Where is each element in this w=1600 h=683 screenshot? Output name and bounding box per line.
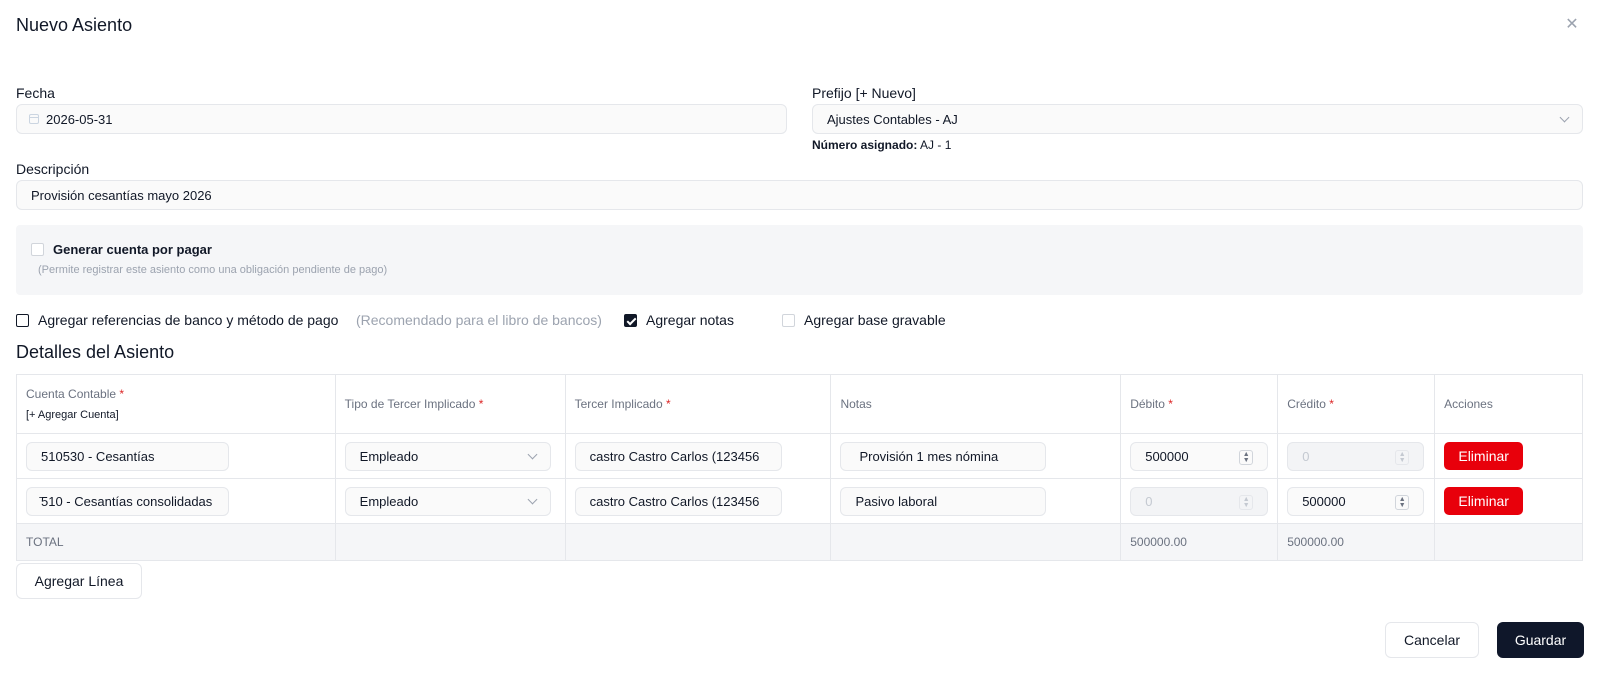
agregar-linea-button[interactable]: Agregar Línea xyxy=(16,563,142,599)
header-tercero: Tercer Implicado * xyxy=(564,374,832,434)
save-button[interactable]: Guardar xyxy=(1497,622,1584,658)
tipo-select[interactable]: Empleado xyxy=(344,441,551,471)
fecha-label: Fecha xyxy=(16,85,55,101)
close-icon[interactable]: ✕ xyxy=(1564,17,1580,33)
cancel-button[interactable]: Cancelar xyxy=(1385,622,1479,658)
fecha-input[interactable]: 2026-05-31 xyxy=(16,104,787,134)
header-debito: Débito * xyxy=(1120,374,1279,434)
tipo-select[interactable]: Empleado xyxy=(344,486,551,516)
prefijo-label[interactable]: Prefijo [+ Nuevo] xyxy=(812,85,916,101)
calendar-icon xyxy=(29,114,39,124)
chevron-down-icon xyxy=(527,494,538,504)
header-cuenta: Cuenta Contable * [+ Agregar Cuenta] xyxy=(16,374,336,434)
header-tipo: Tipo de Tercer Implicado * xyxy=(334,374,566,434)
header-credito: Crédito * xyxy=(1277,374,1436,434)
chevron-down-icon xyxy=(527,449,538,459)
cuenta-por-pagar-checkbox[interactable] xyxy=(31,243,44,256)
notas-input[interactable]: Provisión 1 mes nómina xyxy=(840,441,1047,471)
debito-input[interactable]: 500000 ▲ ▼ xyxy=(1130,441,1269,471)
total-label: TOTAL xyxy=(16,523,336,561)
stepper-icon[interactable]: ▲ ▼ xyxy=(1395,449,1410,465)
agregar-cuenta-link[interactable]: [+ Agregar Cuenta] xyxy=(26,409,335,421)
cuenta-input[interactable]: ̄510 - Cesantías consolidadas xyxy=(26,486,229,516)
notas-checkbox[interactable] xyxy=(624,314,637,327)
credito-input[interactable]: 0 ▲ ▼ xyxy=(1287,441,1425,471)
tercero-input[interactable]: castro Castro Carlos (123456 xyxy=(574,486,782,516)
dialog-title: Nuevo Asiento xyxy=(16,15,133,35)
bank-ref-label[interactable]: Agregar referencias de banco y método de… xyxy=(38,312,338,328)
cuenta-por-pagar-panel xyxy=(16,225,1583,295)
cuenta-por-pagar-hint: (Permite registrar este asiento como una… xyxy=(38,264,388,276)
total-row: TOTAL 500000.00 500000.00 xyxy=(16,523,1583,561)
notas-label[interactable]: Agregar notas xyxy=(646,312,734,328)
total-credito: 500000.00 xyxy=(1277,523,1436,561)
stepper-icon[interactable]: ▲ ▼ xyxy=(1395,494,1410,510)
notas-input[interactable]: Pasivo laboral xyxy=(840,486,1047,516)
stepper-icon[interactable]: ▲ ▼ xyxy=(1239,494,1254,510)
bank-ref-note: (Recomendado para el libro de bancos) xyxy=(356,312,602,328)
header-acciones: Acciones xyxy=(1434,374,1583,434)
numero-asignado: Número asignado: AJ - 1 xyxy=(812,138,951,152)
prefijo-select[interactable]: Ajustes Contables - AJ xyxy=(812,104,1583,134)
stepper-icon[interactable]: ▲ ▼ xyxy=(1239,449,1254,465)
prefijo-value: Ajustes Contables - AJ xyxy=(827,111,958,127)
chevron-down-icon xyxy=(1559,112,1570,123)
total-debito: 500000.00 xyxy=(1120,523,1279,561)
debito-input[interactable]: 0 ▲ ▼ xyxy=(1130,486,1269,516)
cuenta-input[interactable]: 510530 - Cesantías xyxy=(26,441,229,471)
bank-ref-checkbox[interactable] xyxy=(16,314,29,327)
eliminar-button[interactable]: Eliminar xyxy=(1444,487,1524,515)
numero-value: AJ - 1 xyxy=(920,138,952,152)
header-notas: Notas xyxy=(830,374,1122,434)
cuenta-por-pagar-label: Generar cuenta por pagar xyxy=(53,242,212,257)
table-header-row: Cuenta Contable * [+ Agregar Cuenta] Tip… xyxy=(16,374,1583,434)
fecha-value: 2026-05-31 xyxy=(46,111,113,127)
descripcion-label: Descripción xyxy=(16,161,90,177)
numero-label: Número asignado: xyxy=(812,138,918,152)
section-title: Detalles del Asiento xyxy=(16,342,175,362)
tercero-input[interactable]: castro Castro Carlos (123456 xyxy=(574,441,782,471)
details-table: Cuenta Contable * [+ Agregar Cuenta] Tip… xyxy=(16,374,1583,561)
descripcion-input[interactable]: Provisión cesantías mayo 2026 xyxy=(16,180,1583,210)
base-gravable-checkbox[interactable] xyxy=(782,314,795,327)
table-row: 510530 - Cesantías Empleado castro Castr… xyxy=(16,433,1583,479)
descripcion-value: Provisión cesantías mayo 2026 xyxy=(31,187,212,203)
base-gravable-label[interactable]: Agregar base gravable xyxy=(804,312,946,328)
table-row: ̄510 - Cesantías consolidadas Empleado c… xyxy=(16,478,1583,524)
credito-input[interactable]: 500000 ▲ ▼ xyxy=(1287,486,1425,516)
eliminar-button[interactable]: Eliminar xyxy=(1444,442,1524,470)
